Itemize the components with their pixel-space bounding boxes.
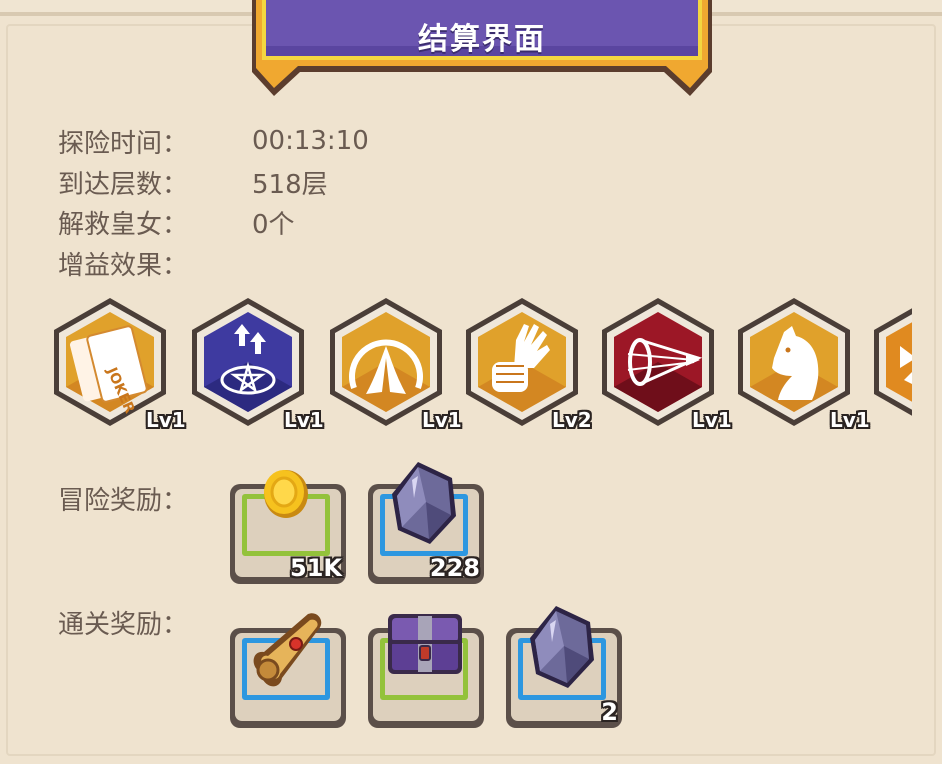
- stat-value: 0个: [252, 209, 295, 240]
- title-banner: 结算界面: [252, 0, 712, 100]
- reward-qty: 51K: [290, 554, 342, 582]
- crystal-icon: [392, 462, 456, 544]
- stat-row-rescued: 解救皇女： 0个: [58, 205, 295, 240]
- stat-label: 探险时间：: [58, 128, 189, 159]
- buff-level: Lv1: [830, 408, 870, 432]
- gold-coin-icon: [264, 470, 308, 518]
- clear-rewards-label: 通关奖励：: [58, 610, 189, 640]
- reward-slot-scroll[interactable]: [230, 613, 346, 728]
- buff-level: Lv1: [284, 408, 324, 432]
- reward-qty: 228: [429, 554, 480, 582]
- buff-item[interactable]: Lv1: [598, 296, 732, 432]
- reward-slot-crystal-2[interactable]: 2: [506, 606, 622, 728]
- stat-label: 增益效果：: [58, 250, 189, 281]
- reward-qty: 2: [601, 698, 618, 726]
- buff-item[interactable]: Lv2: [462, 296, 592, 432]
- stat-row-floor: 到达层数： 518层: [58, 165, 328, 200]
- reward-slot-crystal[interactable]: 228: [368, 462, 484, 584]
- buff-level: Lv2: [552, 408, 592, 432]
- buff-item[interactable]: [870, 296, 912, 432]
- scroll-icon: [253, 613, 322, 687]
- page-title: 结算界面: [418, 22, 546, 57]
- stat-label: 到达层数：: [58, 169, 189, 200]
- buff-item[interactable]: Lv1: [188, 296, 324, 432]
- buff-item[interactable]: Lv1: [734, 296, 870, 432]
- adventure-rewards-label: 冒险奖励：: [58, 486, 189, 516]
- stat-row-time: 探险时间： 00:13:10: [58, 124, 369, 159]
- buff-list: JOKER Lv1 Lv1 Lv1 Lv2 Lv1 Lv1: [0, 296, 912, 440]
- stat-label: 解救皇女：: [58, 209, 189, 240]
- reward-slot-chest[interactable]: [368, 614, 484, 728]
- stat-value: 00:13:10: [252, 126, 369, 156]
- buff-level: Lv1: [146, 408, 186, 432]
- crystal-icon: [530, 606, 594, 688]
- stat-value: 518层: [252, 169, 328, 200]
- buff-level: Lv1: [692, 408, 732, 432]
- partial-buff-icon: [874, 308, 912, 416]
- buff-item[interactable]: Lv1: [326, 296, 462, 432]
- treasure-chest-icon: [388, 614, 462, 674]
- buff-level: Lv1: [422, 408, 462, 432]
- stat-row-buffs: 增益效果：: [58, 246, 252, 281]
- reward-slot-gold[interactable]: 51K: [230, 470, 346, 584]
- buff-item[interactable]: JOKER Lv1: [50, 296, 186, 432]
